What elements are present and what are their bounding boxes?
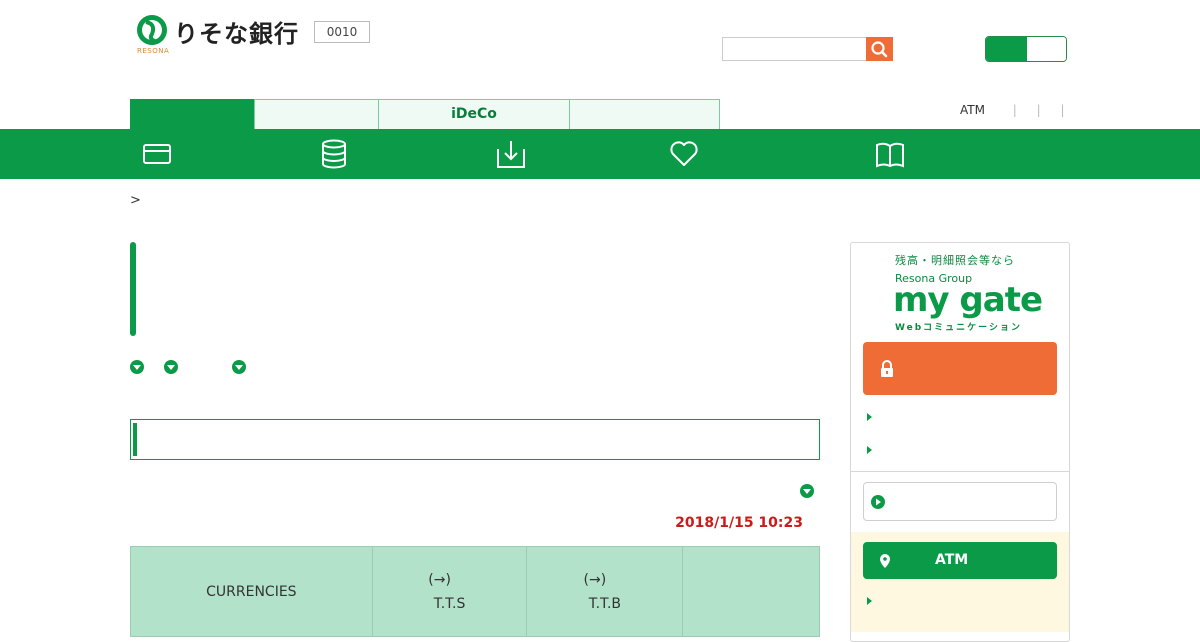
search-button[interactable]: [866, 37, 893, 61]
atm-search-button[interactable]: ATM: [863, 542, 1057, 579]
column-header: [682, 546, 820, 637]
sidebar-divider: [851, 471, 1069, 472]
divider: |: [1012, 103, 1017, 117]
bank-name: りそな銀行: [174, 20, 299, 48]
play-circle-icon: [871, 495, 885, 509]
divider: |: [1060, 103, 1065, 117]
column-header: (→) T.T.S: [371, 546, 528, 637]
book-icon[interactable]: [875, 139, 905, 169]
anchor-link-icon[interactable]: [130, 360, 144, 374]
search-input[interactable]: [722, 37, 868, 61]
link-arrow-icon[interactable]: [867, 413, 872, 421]
search-icon: [871, 41, 888, 58]
anchor-link-icon[interactable]: [164, 360, 178, 374]
divider: |: [1036, 103, 1041, 117]
sidebar-link-button[interactable]: [863, 482, 1057, 521]
bank-code: 0010: [314, 21, 370, 43]
page-title-accent: [130, 242, 136, 336]
main-nav-bar: [0, 129, 1200, 179]
column-header: CURRENCIES: [130, 546, 373, 637]
expand-chevron-icon[interactable]: [800, 484, 814, 498]
toggle-option-off[interactable]: [1027, 37, 1066, 61]
link-arrow-icon[interactable]: [867, 597, 872, 605]
download-icon[interactable]: [496, 139, 526, 169]
column-header: (→) T.T.B: [526, 546, 684, 637]
table-header-row: CURRENCIES (→) T.T.S (→) T.T.B: [130, 546, 820, 637]
card-icon[interactable]: [142, 139, 172, 169]
section-heading-accent: [133, 423, 137, 456]
mygate-logo: my gate: [893, 280, 1043, 320]
toggle-option-on[interactable]: [986, 37, 1027, 61]
lock-icon: [881, 360, 893, 377]
coins-stack-icon[interactable]: [319, 139, 349, 169]
breadcrumb: >: [130, 193, 141, 208]
anchor-link-icon[interactable]: [232, 360, 246, 374]
utility-links: ATM | | |: [960, 103, 1065, 117]
rates-timestamp: 2018/1/15 10:23: [675, 515, 803, 531]
tab-ideco[interactable]: iDeCo: [378, 99, 570, 129]
login-button[interactable]: [863, 342, 1057, 395]
atm-button-label: ATM: [935, 552, 969, 568]
font-size-toggle[interactable]: [985, 36, 1067, 62]
link-arrow-icon[interactable]: [867, 446, 872, 454]
resona-emblem-icon: [137, 15, 167, 45]
atm-link[interactable]: ATM: [960, 103, 985, 117]
exchange-rate-table: CURRENCIES (→) T.T.S (→) T.T.B: [130, 546, 820, 637]
tab-personal[interactable]: [130, 99, 255, 129]
tab-corporate[interactable]: [254, 99, 379, 129]
section-heading-box: [130, 419, 820, 460]
tab-other[interactable]: [569, 99, 720, 129]
mygate-subtitle: Webコミュニケーション: [895, 323, 1022, 333]
sidebar-tagline: 残高・明細照会等なら: [895, 254, 1015, 267]
bank-name-en: RESONA: [137, 47, 170, 55]
map-pin-icon: [880, 554, 890, 568]
heart-icon[interactable]: [669, 139, 699, 169]
